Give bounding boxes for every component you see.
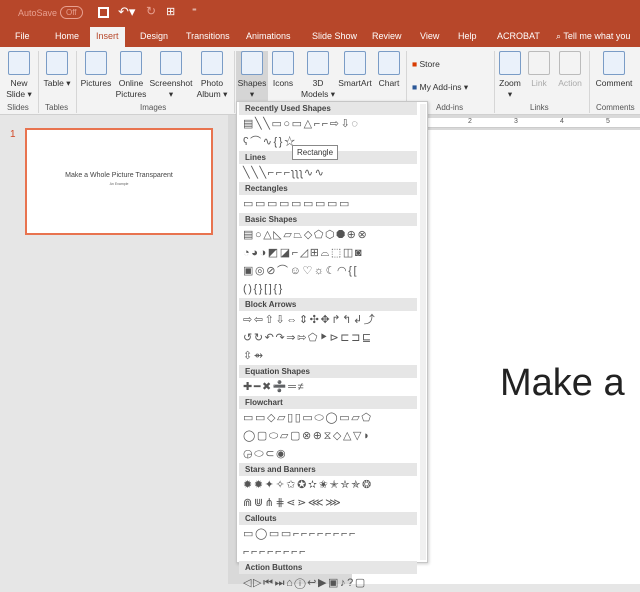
link-button[interactable]: Link: [527, 51, 551, 89]
3d-cube-icon: [307, 51, 329, 75]
shapes-gallery: Recently Used Shapes ▤╲╲▭○▭△⌐⌐⇨⇩◌ ʕ⌒∿{}☆ Li…: [236, 101, 428, 589]
section-header: Stars and Banners: [239, 463, 417, 476]
shape-row[interactable]: ╲╲╲⌐⌐⌐ʅʅʅ∿∿: [237, 164, 427, 182]
shape-row[interactable]: ↺↻↶↷⇒⇰⬠⯈⊳⊏⊐⊑: [237, 329, 427, 347]
thumbnail-subtitle: An Example: [109, 182, 129, 186]
photo-album-button[interactable]: Photo Album ▾: [194, 51, 230, 100]
shape-row[interactable]: ✹✹✦✧✩✪✫✬✭✮✯❂: [237, 476, 427, 494]
my-addins-button[interactable]: ■ My Add-ins ▾: [412, 82, 468, 93]
shapes-icon: [241, 51, 263, 75]
customize-qat-icon[interactable]: ⁼: [192, 6, 197, 17]
shape-row[interactable]: ▭▭▭▭▭▭▭▭▭: [237, 195, 427, 213]
addins-icon: ■: [412, 82, 420, 92]
comment-button[interactable]: Comment: [592, 51, 636, 89]
redo-icon[interactable]: ↻: [146, 4, 156, 18]
slide-number: 1: [10, 129, 16, 140]
star-icon: [559, 51, 581, 75]
title-bar: AutoSave Off ↶▾ ↻ ⊞ ⁼: [0, 0, 640, 27]
new-slide-button[interactable]: New Slide ▾: [4, 51, 34, 100]
action-button[interactable]: Action: [555, 51, 585, 89]
shape-row[interactable]: ⇳⇴: [237, 347, 427, 365]
table-button[interactable]: Table ▾: [42, 51, 72, 89]
new-slide-icon: [8, 51, 30, 75]
shape-row[interactable]: ▭▭◇▱▯▯▭⬭◯▭▱⬠: [237, 409, 427, 427]
tab-slide-show[interactable]: Slide Show: [312, 31, 357, 41]
camera-icon: [160, 51, 182, 75]
icons-icon: [272, 51, 294, 75]
comment-icon: [603, 51, 625, 75]
store-button[interactable]: ■ Store: [412, 59, 440, 70]
photo-album-icon: [201, 51, 223, 75]
section-header: Recently Used Shapes: [239, 102, 417, 115]
horizontal-ruler: 1 2 3 4 5: [420, 118, 640, 128]
group-comments: Comments: [596, 103, 635, 112]
tab-design[interactable]: Design: [140, 31, 168, 41]
pictures-button[interactable]: Pictures: [79, 51, 113, 89]
tell-me-search[interactable]: ⌕ Tell me what you: [556, 31, 630, 42]
tab-home[interactable]: Home: [55, 31, 79, 41]
group-links: Links: [530, 103, 549, 112]
tab-transitions[interactable]: Transitions: [186, 31, 230, 41]
section-header: Action Buttons: [239, 561, 417, 574]
tell-me-text: Tell me what you: [563, 31, 631, 41]
shape-row[interactable]: ◁▷⏮⏭⌂ⓘ↩▶▣♪?▢: [237, 574, 427, 592]
chart-button[interactable]: Chart: [375, 51, 403, 89]
slide-title[interactable]: Make a: [500, 362, 625, 405]
tooltip: Rectangle: [292, 145, 339, 160]
section-header: Flowchart: [239, 396, 417, 409]
group-images: Images: [140, 103, 167, 112]
store-icon: ■: [412, 59, 420, 69]
tab-insert[interactable]: Insert: [90, 27, 125, 47]
section-header: Basic Shapes: [239, 213, 417, 226]
group-tables: Tables: [45, 103, 69, 112]
shape-row[interactable]: ◯▢⬭▱▢⊗⊕⧖◇△▽◗: [237, 427, 427, 445]
section-header: Equation Shapes: [239, 365, 417, 378]
smartart-icon: [344, 51, 366, 75]
present-icon[interactable]: ⊞: [166, 5, 175, 18]
shape-row[interactable]: ✚━✖➗═≠: [237, 378, 427, 396]
shape-row[interactable]: ▭◯▭▭⌐⌐⌐⌐⌐⌐⌐⌐: [237, 525, 427, 543]
tab-help[interactable]: Help: [458, 31, 477, 41]
online-pictures-icon: [120, 51, 142, 75]
screenshot-button[interactable]: Screenshot ▾: [148, 51, 194, 100]
tab-file[interactable]: File: [15, 31, 30, 41]
shape-row[interactable]: ⇨⇦⇧⇩⇔⇕✣✥↱↰↲⤴: [237, 311, 427, 329]
shapes-button[interactable]: Shapes ▾: [236, 51, 268, 103]
section-header: Rectangles: [239, 182, 417, 195]
shape-row[interactable]: ▤╲╲▭○▭△⌐⌐⇨⇩◌: [237, 115, 427, 133]
ribbon-tabs: File Home Insert Design Transitions Anim…: [0, 27, 640, 47]
3d-models-button[interactable]: 3D Models ▾: [300, 51, 336, 100]
shape-row[interactable]: ⋒⋓⋔⋕⋖⋗⋘⋙: [237, 494, 427, 512]
shape-row[interactable]: (){}[]{}: [237, 280, 427, 298]
link-icon: [528, 51, 550, 75]
online-pictures-button[interactable]: Online Pictures: [114, 51, 148, 100]
section-header: Block Arrows: [239, 298, 417, 311]
group-slides: Slides: [7, 103, 29, 112]
thumbnail-title: Make a Whole Picture Transparent: [65, 172, 173, 179]
tab-animations[interactable]: Animations: [246, 31, 291, 41]
shape-row[interactable]: ⌐⌐⌐⌐⌐⌐⌐⌐: [237, 543, 427, 561]
tab-view[interactable]: View: [420, 31, 439, 41]
shape-row[interactable]: ▤○△◺▱⏢◇⬠⬡⯃⊕⊗: [237, 226, 427, 244]
chart-icon: [378, 51, 400, 75]
undo-icon[interactable]: ↶▾: [118, 4, 135, 20]
tab-review[interactable]: Review: [372, 31, 402, 41]
scrollbar[interactable]: [420, 104, 426, 560]
tab-acrobat[interactable]: ACROBAT: [497, 31, 540, 41]
shape-row[interactable]: ◶⬭⊂◉: [237, 445, 427, 463]
zoom-icon: [499, 51, 521, 75]
slide-thumbnail[interactable]: Make a Whole Picture Transparent An Exam…: [25, 128, 213, 235]
autosave-toggle[interactable]: Off: [60, 6, 83, 19]
icons-button[interactable]: Icons: [270, 51, 296, 89]
shape-row[interactable]: ▣◎⊘⌒☺♡☼☾◠{[: [237, 262, 427, 280]
section-header: Callouts: [239, 512, 417, 525]
shape-row[interactable]: ◔◕◑◩◪⌐◿⊞⌓⬚◫◙: [237, 244, 427, 262]
save-icon[interactable]: [98, 7, 109, 18]
smartart-button[interactable]: SmartArt: [336, 51, 374, 89]
group-addins: Add-ins: [436, 103, 464, 112]
pictures-icon: [85, 51, 107, 75]
zoom-button[interactable]: Zoom ▾: [496, 51, 524, 100]
table-icon: [46, 51, 68, 75]
autosave-label: AutoSave: [18, 8, 58, 18]
